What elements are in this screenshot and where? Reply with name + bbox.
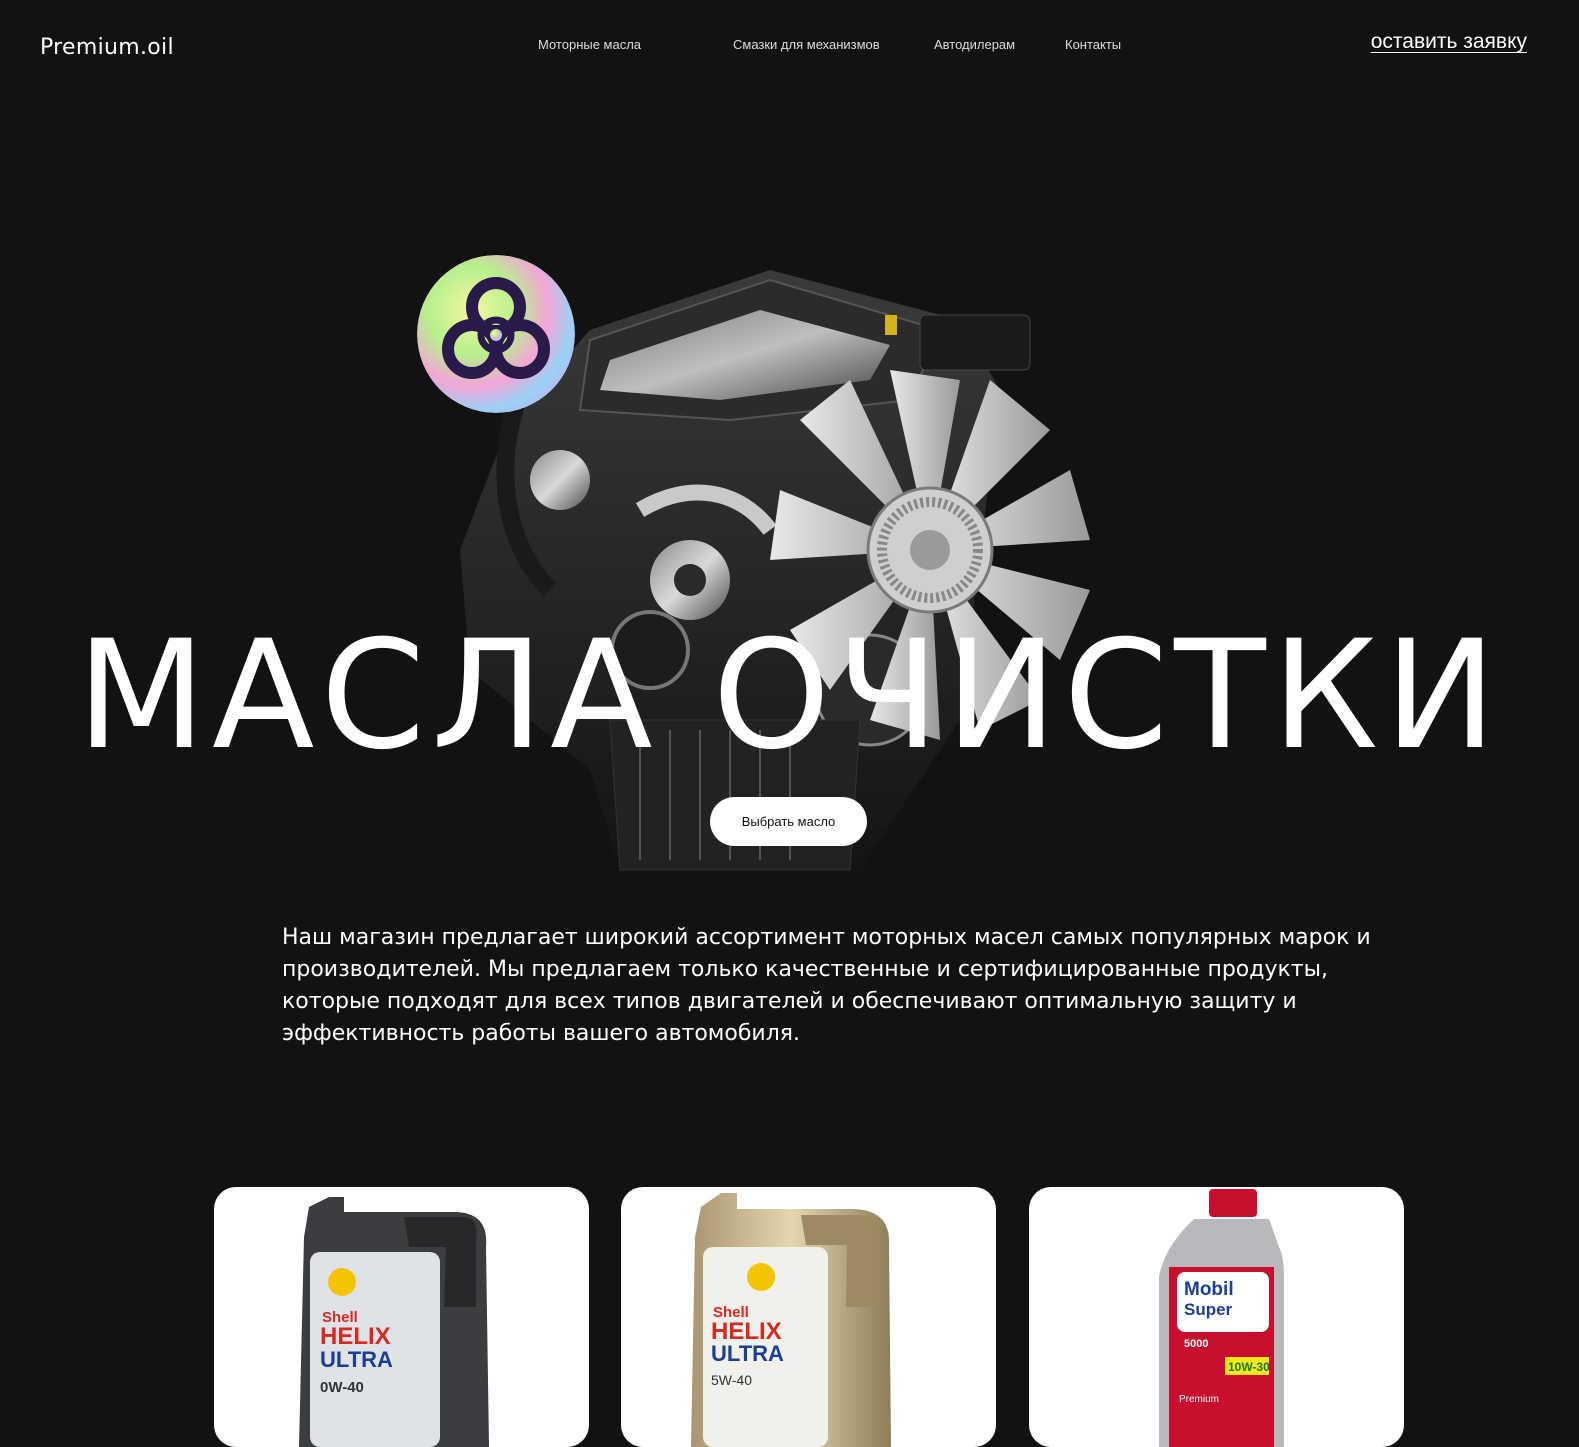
hero-title: МАСЛА ОЧИСТКИ	[76, 608, 1503, 783]
nav-lubricants[interactable]: Смазки для механизмов	[733, 37, 880, 52]
mobil-super-bottle: Mobil Super 5000 10W-30 Premium	[1159, 1189, 1284, 1447]
nav-contacts[interactable]: Контакты	[1065, 37, 1121, 52]
leave-request-link[interactable]: оставить заявку	[1371, 30, 1527, 54]
hero-description: Наш магазин предлагает широкий ассортиме…	[282, 925, 1371, 1046]
product-grade: 0W-40	[320, 1379, 364, 1396]
product-card[interactable]: Shell HELIX ULTRA 5W-40	[621, 1187, 996, 1447]
product-line2: ULTRA	[711, 1341, 784, 1366]
product-card[interactable]: Shell HELIX ULTRA 0W-40	[214, 1187, 589, 1447]
choose-oil-button[interactable]: Выбрать масло	[710, 797, 867, 846]
product-brand: Mobil	[1184, 1279, 1234, 1300]
product-line1: HELIX	[320, 1323, 391, 1350]
nav-dealers[interactable]: Автодилерам	[934, 37, 1015, 52]
product-line2: ULTRA	[320, 1347, 393, 1372]
product-grade: 10W-30	[1228, 1360, 1270, 1374]
logo[interactable]: Premium.oil	[40, 35, 174, 60]
shell-helix-ultra-grey-canister: Shell HELIX ULTRA 0W-40	[299, 1197, 489, 1447]
shell-helix-ultra-gold-canister: Shell HELIX ULTRA 5W-40	[691, 1193, 891, 1447]
product-line2: 5000	[1184, 1338, 1208, 1350]
nav-motor-oils[interactable]: Моторные масла	[538, 37, 641, 52]
product-grade: 5W-40	[711, 1372, 752, 1388]
product-extra: Premium	[1179, 1394, 1219, 1405]
product-card[interactable]: Mobil Super 5000 10W-30 Premium	[1029, 1187, 1404, 1447]
product-line1: Super	[1184, 1300, 1233, 1319]
biohazard-icon	[417, 255, 575, 413]
